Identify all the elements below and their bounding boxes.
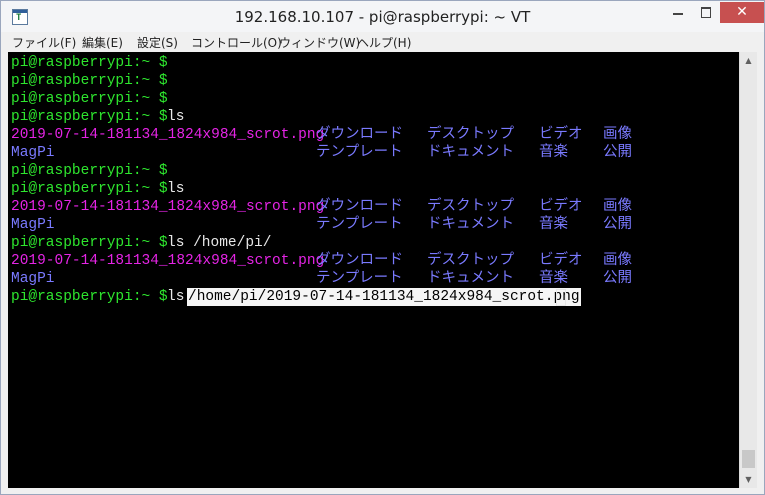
command-text: ls /home/pi/ <box>167 235 272 251</box>
terminal-line: pi@raspberrypi:~ $ ls /home/pi/2019-07-1… <box>11 288 581 306</box>
dir-entry: 公開 <box>603 271 632 287</box>
dir-entry: ダウンロード <box>316 199 403 215</box>
dir-entry: 音楽 <box>539 217 568 233</box>
command-text: ls <box>167 181 185 197</box>
minimize-icon <box>673 13 683 15</box>
prompt: pi@raspberrypi:~ $ <box>11 109 168 125</box>
dir-entry: 音楽 <box>539 145 568 161</box>
menu-bar: ファイル(F) 編集(E) 設定(S) コントロール(O) ウィンドウ(W) ヘ… <box>1 32 764 52</box>
dir-entry: ドキュメント <box>427 145 514 161</box>
prompt: pi@raspberrypi:~ $ <box>11 55 168 71</box>
prompt: pi@raspberrypi:~ $ <box>11 235 168 251</box>
dir-entry: ダウンロード <box>316 127 403 143</box>
prompt: pi@raspberrypi:~ $ <box>11 163 168 179</box>
terminal-line: pi@raspberrypi:~ $ <box>11 162 168 180</box>
terminal-line: pi@raspberrypi:~ $ ls <box>11 108 184 126</box>
maximize-button[interactable] <box>693 2 719 22</box>
dir-entry: 公開 <box>603 217 632 233</box>
scroll-down-icon[interactable]: ▼ <box>740 471 757 488</box>
dir-entry: ビデオ <box>539 127 583 143</box>
terminal-line: 2019-07-14-181134_1824x984_scrot.png ダウン… <box>11 198 632 216</box>
prompt: pi@raspberrypi:~ $ <box>11 289 168 305</box>
file-entry: 2019-07-14-181134_1824x984_scrot.png <box>11 199 325 215</box>
title-bar[interactable]: T 192.168.10.107 - pi@raspberrypi: ~ VT … <box>1 1 764 32</box>
terminal-line: 2019-07-14-181134_1824x984_scrot.png ダウン… <box>11 126 632 144</box>
dir-entry: テンプレート <box>316 271 403 287</box>
terminal-window: T 192.168.10.107 - pi@raspberrypi: ~ VT … <box>0 0 765 495</box>
dir-entry: デスクトップ <box>427 199 514 215</box>
close-icon: ✕ <box>736 4 748 20</box>
dir-entry: MagPi <box>11 271 55 287</box>
menu-setup[interactable]: 設定(S) <box>137 34 178 51</box>
vertical-scrollbar[interactable]: ▲ ▼ <box>739 52 757 488</box>
window-title: 192.168.10.107 - pi@raspberrypi: ~ VT <box>234 8 531 26</box>
dir-entry: 画像 <box>603 127 632 143</box>
dir-entry: 画像 <box>603 253 632 269</box>
maximize-icon <box>701 7 711 18</box>
dir-entry: テンプレート <box>316 217 403 233</box>
terminal-line: pi@raspberrypi:~ $ ls /home/pi/ <box>11 234 271 252</box>
dir-entry: ドキュメント <box>427 271 514 287</box>
menu-help[interactable]: ヘルプ(H) <box>357 34 411 51</box>
terminal-line: pi@raspberrypi:~ $ ls <box>11 180 184 198</box>
dir-entry: テンプレート <box>316 145 403 161</box>
minimize-button[interactable] <box>665 2 691 22</box>
dir-entry: デスクトップ <box>427 253 514 269</box>
terminal-line: pi@raspberrypi:~ $ <box>11 54 168 72</box>
dir-entry: ドキュメント <box>427 217 514 233</box>
dir-entry: ダウンロード <box>316 253 403 269</box>
menu-edit[interactable]: 編集(E) <box>82 34 123 51</box>
file-entry: 2019-07-14-181134_1824x984_scrot.png <box>11 253 325 269</box>
terminal-line: MagPi テンプレート ドキュメント 音楽 公開 <box>11 144 632 162</box>
dir-entry: 画像 <box>603 199 632 215</box>
dir-entry: ビデオ <box>539 199 583 215</box>
text-cursor <box>556 289 566 306</box>
dir-entry: ビデオ <box>539 253 583 269</box>
menu-window[interactable]: ウィンドウ(W) <box>279 34 360 51</box>
dir-entry: MagPi <box>11 217 55 233</box>
terminal-line: MagPi テンプレート ドキュメント 音楽 公開 <box>11 270 632 288</box>
dir-entry: デスクトップ <box>427 127 514 143</box>
command-text: ls <box>167 289 185 305</box>
dir-entry: 音楽 <box>539 271 568 287</box>
selected-path[interactable]: /home/pi/2019-07-14-181134_1824x984_scro… <box>187 288 581 306</box>
prompt: pi@raspberrypi:~ $ <box>11 91 168 107</box>
menu-control[interactable]: コントロール(O) <box>191 34 282 51</box>
dir-entry: MagPi <box>11 145 55 161</box>
prompt: pi@raspberrypi:~ $ <box>11 73 168 89</box>
close-button[interactable]: ✕ <box>720 2 764 23</box>
menu-file[interactable]: ファイル(F) <box>12 34 76 51</box>
terminal-line: 2019-07-14-181134_1824x984_scrot.png ダウン… <box>11 252 632 270</box>
scroll-thumb[interactable] <box>742 450 755 468</box>
file-entry: 2019-07-14-181134_1824x984_scrot.png <box>11 127 325 143</box>
terminal-screen[interactable]: pi@raspberrypi:~ $ pi@raspberrypi:~ $ pi… <box>8 52 739 488</box>
terminal-line: pi@raspberrypi:~ $ <box>11 90 168 108</box>
scroll-up-icon[interactable]: ▲ <box>740 52 757 69</box>
dir-entry: 公開 <box>603 145 632 161</box>
command-text: ls <box>167 109 185 125</box>
terminal-line: pi@raspberrypi:~ $ <box>11 72 168 90</box>
prompt: pi@raspberrypi:~ $ <box>11 181 168 197</box>
terminal-line: MagPi テンプレート ドキュメント 音楽 公開 <box>11 216 632 234</box>
